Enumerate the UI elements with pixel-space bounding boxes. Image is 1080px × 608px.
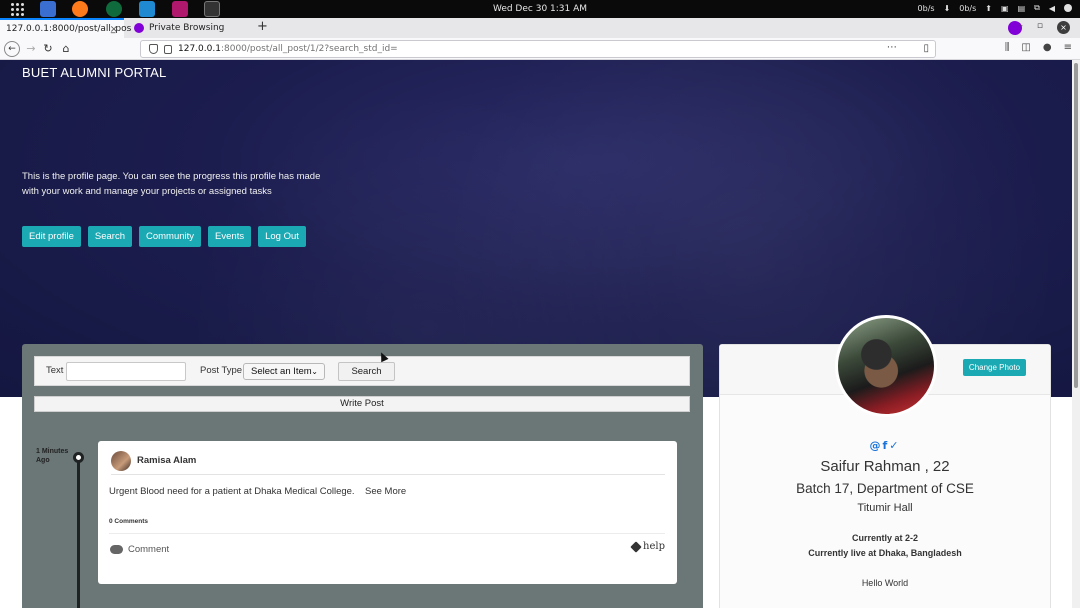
hero-buttons: Edit profile Search Community Events Log… bbox=[22, 226, 306, 247]
post-search-form: Text Post Type Select an Item ⌄ Search bbox=[34, 356, 690, 386]
text-search-input[interactable] bbox=[66, 362, 186, 381]
post-type-select[interactable]: Select an Item ⌄ bbox=[243, 363, 325, 380]
email-icon[interactable]: @ bbox=[869, 439, 882, 452]
post-tag[interactable]: help bbox=[630, 540, 665, 553]
browser-tab-strip: 127.0.0.1:8000/post/all_pos × Private Br… bbox=[0, 18, 1080, 38]
volume-icon[interactable]: ◀ bbox=[1049, 4, 1055, 13]
power-icon[interactable] bbox=[1064, 4, 1072, 12]
tag-label: help bbox=[643, 541, 665, 552]
post-feed: Text Post Type Select an Item ⌄ Search W… bbox=[22, 344, 703, 608]
account-icon[interactable]: ● bbox=[1043, 42, 1052, 53]
timeline-dot bbox=[73, 452, 84, 463]
browser-nav-bar: ← → ↻ ⌂ 127.0.0.1:8000/post/all_post/1/2… bbox=[0, 38, 1080, 60]
back-button[interactable]: ← bbox=[4, 41, 20, 57]
up-arrow-icon: ⬆ bbox=[985, 3, 992, 13]
comment-icon bbox=[110, 545, 123, 554]
timeline-line bbox=[77, 454, 80, 608]
author-avatar[interactable] bbox=[111, 451, 131, 471]
events-button[interactable]: Events bbox=[208, 226, 252, 247]
url-bar[interactable]: 127.0.0.1:8000/post/all_post/1/2?search_… bbox=[140, 40, 936, 58]
tracking-shield-icon[interactable] bbox=[149, 44, 158, 54]
net-down-readout: 0b/s bbox=[917, 3, 935, 13]
new-tab-button[interactable]: + bbox=[257, 19, 268, 34]
tab-active[interactable]: 127.0.0.1:8000/post/all_pos × bbox=[0, 18, 131, 38]
tab-label: Private Browsing bbox=[149, 23, 225, 33]
chat-icon[interactable]: ▣ bbox=[1001, 4, 1009, 13]
tab-private-browsing[interactable]: Private Browsing bbox=[128, 18, 250, 38]
sidebar-icon[interactable]: ◫ bbox=[1021, 42, 1030, 53]
library-icon[interactable]: ⫼ bbox=[1005, 42, 1010, 53]
net-up-readout: 0b/s bbox=[959, 3, 977, 13]
see-more-link[interactable]: See More bbox=[365, 486, 406, 497]
chevron-down-icon: ⌄ bbox=[311, 367, 318, 376]
comment-count[interactable]: 0 Comments bbox=[109, 518, 148, 525]
reload-button[interactable]: ↻ bbox=[40, 41, 56, 57]
url-path: :8000/post/all_post/1/2?search_std_id= bbox=[220, 44, 398, 54]
post-time: 1 Minutes Ago bbox=[36, 448, 69, 464]
clipboard-icon[interactable]: ▤ bbox=[1018, 4, 1026, 13]
comment-button[interactable]: Comment bbox=[110, 544, 169, 555]
private-mask-icon bbox=[134, 23, 144, 33]
post-type-label: Post Type bbox=[200, 365, 243, 376]
home-button[interactable]: ⌂ bbox=[58, 41, 74, 57]
maximize-button[interactable]: ▫ bbox=[1037, 21, 1043, 34]
twitter-icon[interactable]: ✓ bbox=[889, 439, 900, 452]
profile-name: Saifur Rahman , 22 bbox=[820, 458, 950, 475]
log-out-button[interactable]: Log Out bbox=[258, 226, 306, 247]
site-brand[interactable]: BUET ALUMNI PORTAL bbox=[22, 65, 166, 80]
system-tray: 0b/s ⬇ 0b/s ⬆ ▣ ▤ ⧉ ◀ bbox=[918, 3, 1072, 13]
down-arrow-icon: ⬇ bbox=[943, 3, 951, 13]
toolbar-right: ⋯ ⫼ ◫ ● ≡ bbox=[887, 42, 1072, 53]
post-author[interactable]: Ramisa Alam bbox=[137, 455, 196, 466]
write-post-button[interactable]: Write Post bbox=[34, 396, 690, 412]
social-links[interactable]: @f✓ bbox=[720, 439, 1050, 452]
network-icon[interactable]: ⧉ bbox=[1034, 3, 1040, 13]
close-window-button[interactable]: × bbox=[1057, 21, 1070, 34]
post-card: Ramisa Alam Urgent Blood need for a pati… bbox=[98, 441, 677, 584]
post-type-value: Select an Item bbox=[251, 366, 312, 377]
profile-photo[interactable] bbox=[835, 315, 937, 417]
profile-current: Currently at 2-2 bbox=[851, 533, 919, 543]
page-actions-icon[interactable]: ⋯ bbox=[887, 42, 897, 53]
menu-icon[interactable]: ≡ bbox=[1064, 42, 1072, 53]
os-top-bar: Wed Dec 30 1:31 AM 0b/s ⬇ 0b/s ⬆ ▣ ▤ ⧉ ◀ bbox=[0, 0, 1080, 18]
close-icon[interactable]: × bbox=[110, 24, 118, 35]
scrollbar-thumb[interactable] bbox=[1074, 63, 1078, 388]
post-search-button[interactable]: Search bbox=[338, 362, 395, 381]
text-label: Text bbox=[46, 365, 64, 376]
community-button[interactable]: Community bbox=[139, 226, 202, 247]
tag-icon bbox=[630, 540, 642, 553]
search-button[interactable]: Search bbox=[87, 226, 132, 247]
profile-card: Change Photo @f✓ Saifur Rahman , 22 Batc… bbox=[719, 315, 1051, 608]
post-body: Urgent Blood need for a patient at Dhaka… bbox=[109, 486, 355, 497]
window-controls: – ▫ × bbox=[1018, 21, 1070, 34]
hero-description: This is the profile page. You can see th… bbox=[22, 171, 321, 197]
page-viewport: BUET ALUMNI PORTAL This is the profile p… bbox=[0, 60, 1072, 608]
site-info-icon[interactable] bbox=[164, 44, 172, 54]
profile-hall: Titumir Hall bbox=[857, 502, 913, 514]
profile-location: Currently live at Dhaka, Bangladesh bbox=[808, 548, 962, 558]
profile-bio: Hello World bbox=[861, 578, 909, 588]
edit-profile-button[interactable]: Edit profile bbox=[22, 226, 81, 247]
minimize-button[interactable]: – bbox=[1018, 21, 1023, 34]
forward-button[interactable]: → bbox=[23, 41, 39, 57]
change-photo-button[interactable]: Change Photo bbox=[963, 359, 1026, 376]
comment-label: Comment bbox=[128, 544, 170, 555]
profile-batch: Batch 17, Department of CSE bbox=[796, 481, 974, 496]
url-host: 127.0.0.1 bbox=[178, 44, 221, 54]
